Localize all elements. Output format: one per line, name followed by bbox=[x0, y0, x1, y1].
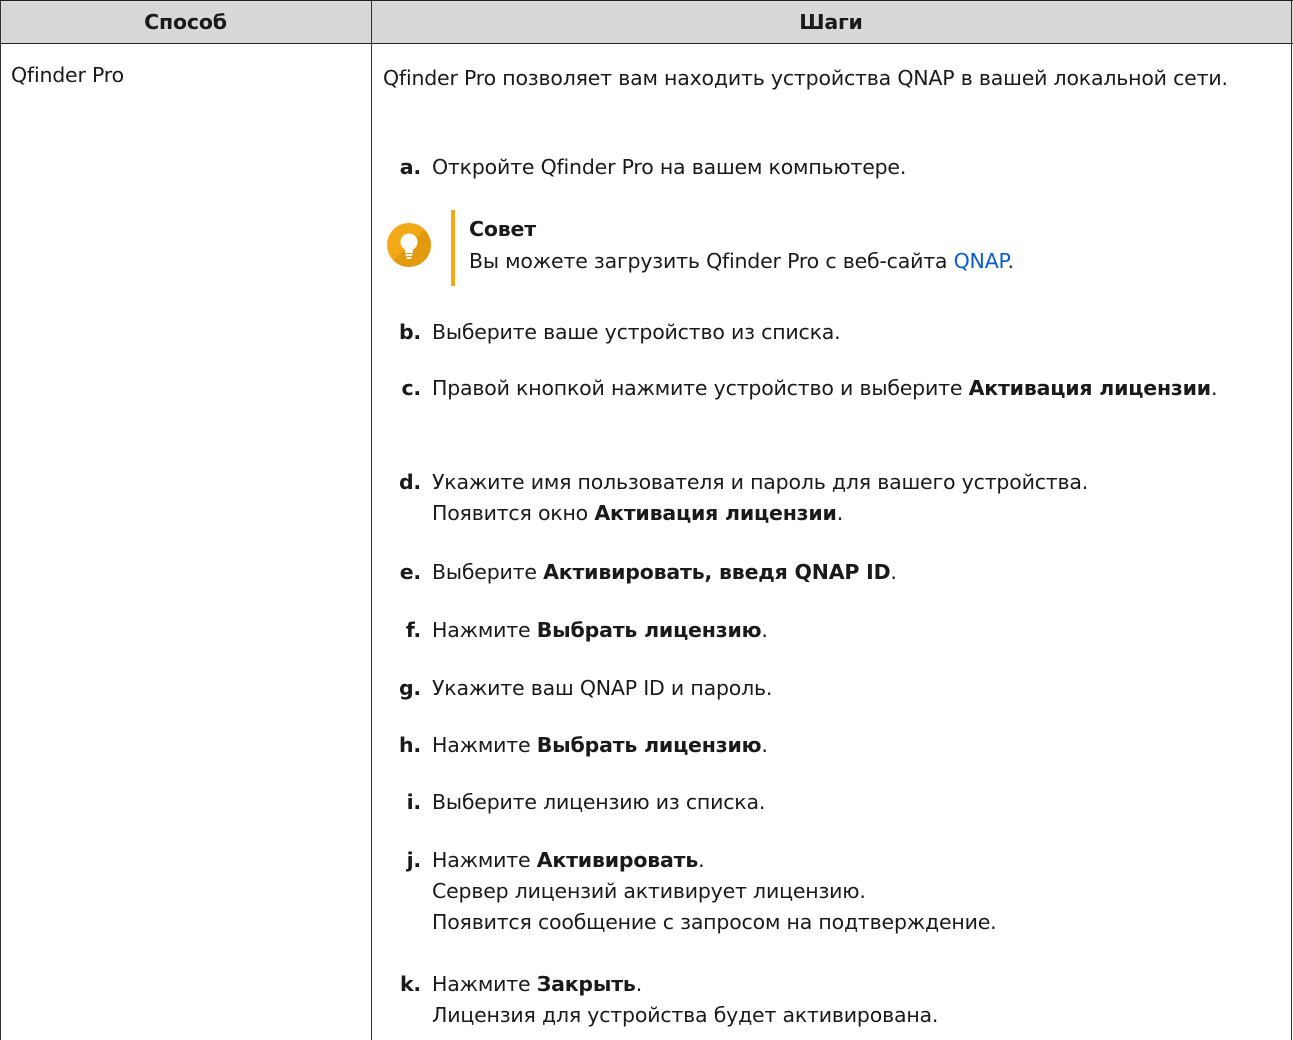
method-cell: Qfinder Pro bbox=[11, 63, 124, 87]
tip-text: Вы можете загрузить Qfinder Pro с веб-са… bbox=[469, 249, 954, 273]
step-text-bold: Активировать, введя QNAP ID bbox=[543, 560, 891, 584]
step-letter: k. bbox=[399, 972, 421, 996]
step-text-part: Нажмите bbox=[432, 618, 537, 642]
step-text-end: . bbox=[635, 972, 643, 996]
step-text-line: Появится сообщение с запросом на подтвер… bbox=[432, 910, 997, 934]
header-method: Способ bbox=[144, 10, 227, 34]
step-text-bold: Выбрать лицензию bbox=[536, 618, 762, 642]
step-text-part: Выберите bbox=[432, 560, 544, 584]
step-text: Нажмите Закрыть. Лицензия для устройства … bbox=[432, 969, 1282, 1031]
table-border-right bbox=[1291, 0, 1292, 1040]
step-letter: j. bbox=[406, 848, 422, 872]
table-header: Способ Шаги bbox=[0, 0, 1293, 44]
intro-text: Qfinder Pro позволяет вам находить устро… bbox=[383, 66, 1228, 90]
step-text: Выберите Активировать, введя QNAP ID. bbox=[432, 557, 1282, 588]
tip-title: Совет bbox=[469, 217, 536, 241]
tip-accent-bar bbox=[451, 210, 455, 286]
step-text-part: Появится окно bbox=[432, 501, 595, 525]
step-text: Нажмите Выбрать лицензию. bbox=[432, 615, 1282, 646]
step-letter: f. bbox=[405, 618, 421, 642]
table-border-left bbox=[0, 0, 1, 1040]
step-text: Укажите имя пользователя и пароль для ва… bbox=[432, 467, 1282, 529]
header-steps: Шаги bbox=[799, 10, 863, 34]
step-letter: e. bbox=[399, 560, 421, 584]
step-text-part: Правой кнопкой нажмите устройство и выбе… bbox=[432, 376, 969, 400]
step-text: Правой кнопкой нажмите устройство и выбе… bbox=[432, 373, 1282, 404]
step-text-part: Нажмите bbox=[432, 733, 537, 757]
step-text-bold: Активация лицензии bbox=[594, 501, 837, 525]
lightbulb-icon bbox=[387, 223, 431, 267]
step-text-part: Нажмите bbox=[432, 972, 537, 996]
tip-body: Вы можете загрузить Qfinder Pro с веб-са… bbox=[469, 246, 1014, 276]
step-text-bold: Активация лицензии bbox=[968, 376, 1212, 400]
steps-table: Способ Шаги Qfinder Pro Qfinder Pro позв… bbox=[0, 0, 1293, 1040]
tip-text-end: . bbox=[1007, 249, 1015, 273]
step-text: Укажите ваш QNAP ID и пароль. bbox=[432, 676, 773, 700]
step-text-bold: Активировать bbox=[536, 848, 699, 872]
step-letter: c. bbox=[401, 376, 421, 400]
step-text-end: . bbox=[698, 848, 705, 872]
step-letter: d. bbox=[398, 470, 421, 494]
step-text-line: Сервер лицензий активирует лицензию. bbox=[432, 879, 866, 903]
step-text-end: . bbox=[761, 733, 768, 757]
step-text: Выберите ваше устройство из списка. bbox=[432, 320, 841, 344]
step-text: Откройте Qfinder Pro на вашем компьютере… bbox=[432, 155, 907, 179]
step-text-line: Лицензия для устройства будет активирова… bbox=[432, 1003, 939, 1027]
step-text-end: . bbox=[836, 501, 844, 525]
step-letter: i. bbox=[406, 790, 422, 814]
step-letter: b. bbox=[398, 320, 421, 344]
column-divider bbox=[371, 0, 372, 1040]
qnap-link[interactable]: QNAP bbox=[954, 249, 1008, 273]
step-letter: a. bbox=[399, 155, 421, 179]
step-letter: h. bbox=[399, 733, 421, 757]
step-text-bold: Выбрать лицензию bbox=[536, 733, 762, 757]
step-text-end: . bbox=[761, 618, 768, 642]
step-text: Нажмите Активировать. Сервер лицензий акт… bbox=[432, 845, 1282, 938]
tip-callout: Совет Вы можете загрузить Qfinder Pro с … bbox=[383, 210, 1263, 290]
step-text-end: . bbox=[890, 560, 897, 584]
step-text-bold: Закрыть bbox=[536, 972, 636, 996]
step-text-part: Нажмите bbox=[432, 848, 537, 872]
step-text: Нажмите Выбрать лицензию. bbox=[432, 730, 1282, 761]
step-text-line: Укажите имя пользователя и пароль для ва… bbox=[432, 470, 1089, 494]
step-letter: g. bbox=[398, 676, 421, 700]
step-text: Выберите лицензию из списка. bbox=[432, 790, 766, 814]
step-text-end: . bbox=[1210, 376, 1218, 400]
